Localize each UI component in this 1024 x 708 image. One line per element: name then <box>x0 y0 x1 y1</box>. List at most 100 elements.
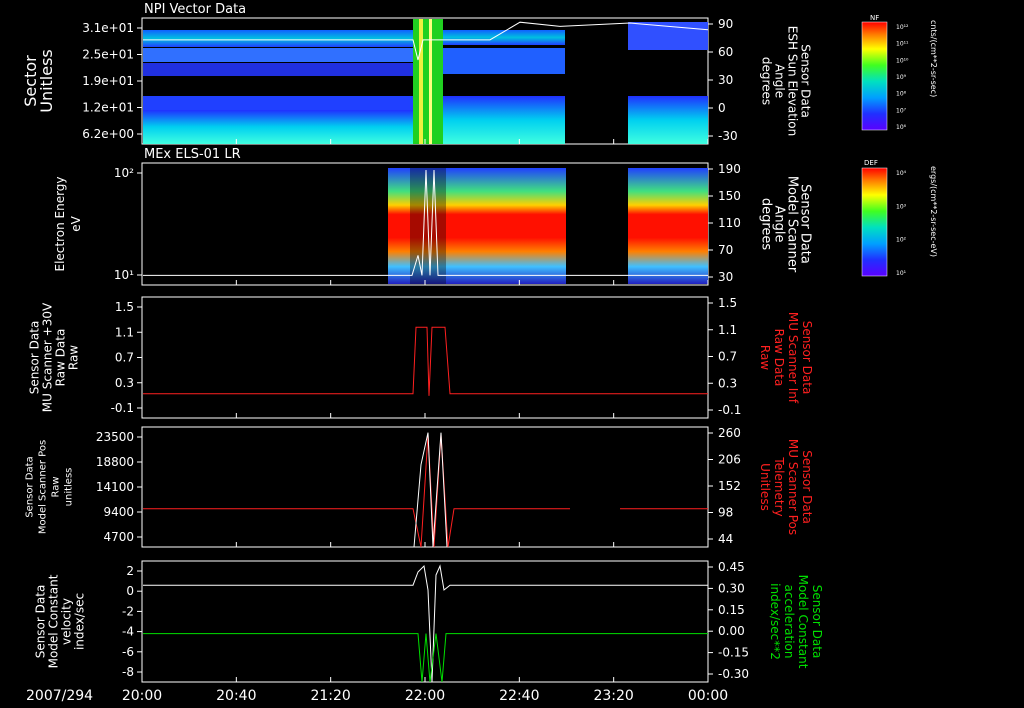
heatmap-burst <box>429 19 432 144</box>
right-axis-label: MU Scanner Inf <box>786 312 800 404</box>
heatmap-band <box>143 48 413 62</box>
right-tick-label: 44 <box>718 532 733 546</box>
y-axis-label: velocity <box>60 598 74 645</box>
heatmap-band <box>143 63 413 76</box>
right-axis-label: Model Constant <box>796 575 810 669</box>
y-axis-label: eV <box>69 215 83 231</box>
colorbar-nf: NF 10¹² 10¹¹ 10¹⁰ 10⁹ 10⁸ 10⁷ 10⁶ cnts/(cm**2-… <box>861 14 938 131</box>
right-tick-label: 30 <box>718 73 733 87</box>
x-tick-label: 20:40 <box>216 688 256 704</box>
right-tick-label: -0.30 <box>718 667 749 681</box>
right-axis-label: Sensor Data <box>800 450 814 524</box>
right-axis-label: degrees <box>760 57 774 105</box>
right-axis-label: degrees <box>759 198 774 251</box>
y-tick-label: 0 <box>126 584 134 598</box>
colorbar-def: DEF 10⁴ 10³ 10² 10¹ ergs/(cm**2-sr-sec-eV) <box>861 159 938 277</box>
colorbar-gradient <box>861 167 888 277</box>
y-axis-label: Sensor Data <box>28 321 42 395</box>
right-tick-label: 0.00 <box>718 624 745 638</box>
right-tick-label: 30 <box>718 270 733 284</box>
colorbar-unit: ergs/(cm**2-sr-sec-eV) <box>929 166 938 257</box>
right-axis-label: Unitless <box>758 463 772 511</box>
panel-title-els: MEx ELS-01 LR <box>144 147 241 162</box>
heatmap-burst <box>413 19 443 144</box>
heatmap-band <box>443 96 565 144</box>
x-tick-label: 23:20 <box>593 688 633 704</box>
heatmap-band <box>143 110 413 144</box>
y-axis-label: Raw <box>67 345 81 370</box>
x-tick-label: 22:00 <box>405 688 445 704</box>
y-tick-label: -2 <box>122 604 134 618</box>
panel-npi: NPI Vector Data <box>141 2 709 145</box>
panel-els: MEx ELS-01 LR <box>141 147 709 286</box>
right-axis-label: ESH Sun Elevation <box>786 26 800 136</box>
colorbar-tick: 10⁸ <box>896 91 907 98</box>
y-tick-label: -4 <box>122 625 134 639</box>
heatmap-band <box>443 48 565 74</box>
y-tick-label: 2 <box>126 564 134 578</box>
right-tick-label: 206 <box>718 453 741 467</box>
colorbar-tick: 10² <box>896 237 907 244</box>
y-axis-label: index/sec <box>73 593 87 650</box>
colorbar-tick: 10³ <box>896 203 907 210</box>
right-tick-label: 110 <box>718 216 741 230</box>
colorbar-gradient <box>861 21 888 131</box>
heatmap-band <box>443 30 565 45</box>
heatmap-band <box>628 96 708 144</box>
y-axis-label: Model Constant <box>47 574 61 668</box>
colorbar-tick: 10⁷ <box>896 107 907 114</box>
y-axis-label: Sensor Data <box>34 585 48 659</box>
y-tick-label: 10² <box>114 166 134 180</box>
colorbar-tick: 10⁴ <box>896 170 907 177</box>
colorbar-tick: 10⁶ <box>896 124 907 131</box>
right-tick-label: -0.15 <box>718 646 749 660</box>
right-tick-label: 60 <box>718 45 733 59</box>
y-tick-label: -0.1 <box>111 401 134 415</box>
heatmap-band <box>628 168 708 284</box>
panel-title-npi: NPI Vector Data <box>144 2 246 17</box>
right-tick-label: -30 <box>718 129 738 143</box>
right-tick-label: 150 <box>718 189 741 203</box>
right-tick-label: 0.30 <box>718 581 745 595</box>
y-tick-label: 1.2e+01 <box>82 101 134 115</box>
right-tick-label: 0.45 <box>718 560 745 574</box>
right-axis-label: Telemetry <box>772 456 786 516</box>
colorbar-tick: 10¹⁰ <box>896 57 909 64</box>
right-axis-label: index/sec**2 <box>768 583 782 660</box>
y-tick-label: 0.3 <box>115 376 134 390</box>
x-tick-label: 21:20 <box>310 688 350 704</box>
x-tick-label: 22:40 <box>499 688 539 704</box>
y-tick-label: 10¹ <box>114 268 134 282</box>
heatmap-burst <box>419 19 423 144</box>
y-tick-label: 4700 <box>103 530 134 544</box>
right-axis-label: Sensor Data <box>799 44 813 118</box>
colorbar-unit: cnts/(cm**2-sr-sec) <box>929 20 938 97</box>
right-tick-label: -0.1 <box>718 403 741 417</box>
y-axis-label: Unitless <box>37 49 56 113</box>
colorbar-tick: 10⁹ <box>896 74 907 81</box>
right-tick-label: 0.7 <box>718 350 737 364</box>
right-tick-label: 260 <box>718 426 741 440</box>
right-tick-label: 70 <box>718 243 733 257</box>
y-tick-label: 23500 <box>96 430 134 444</box>
y-axis-label: Raw Data <box>54 329 68 387</box>
right-tick-label: 90 <box>718 17 733 31</box>
chart-canvas: NPI Vector Data MEx ELS-01 LR 3.1e+012.5… <box>21 2 938 704</box>
y-tick-label: 9400 <box>103 505 134 519</box>
right-tick-label: 190 <box>718 162 741 176</box>
right-tick-label: 0.15 <box>718 603 745 617</box>
right-axis-label: Sensor Data <box>800 321 814 395</box>
right-tick-label: 1.5 <box>718 296 737 310</box>
y-axis-label: unitless <box>64 468 75 507</box>
right-tick-label: 98 <box>718 506 733 520</box>
y-tick-label: 3.1e+01 <box>82 21 134 35</box>
right-axis-label: Angle <box>773 64 787 98</box>
y-axis-label: Raw <box>51 476 62 497</box>
y-axis-label: MU Scanner +30V <box>41 302 55 412</box>
colorbar-tag: DEF <box>864 159 878 167</box>
y-tick-label: -8 <box>122 665 134 679</box>
colorbar-tick: 10¹ <box>896 270 907 277</box>
right-tick-label: 152 <box>718 479 741 493</box>
right-axis-label: Raw Data <box>772 329 786 387</box>
y-tick-label: 6.2e+00 <box>82 127 134 141</box>
